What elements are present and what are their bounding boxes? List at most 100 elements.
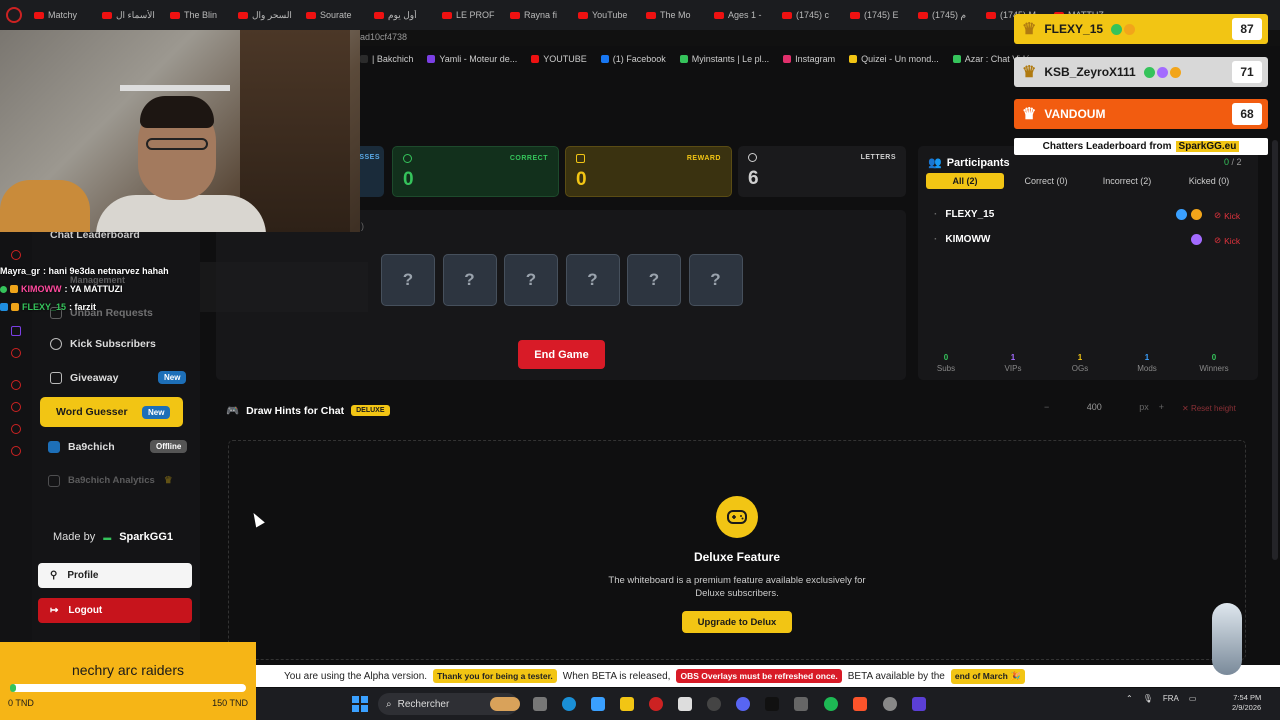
browser-tab[interactable]: LE PROF <box>442 10 504 21</box>
browser-tab[interactable]: Matchy <box>34 10 96 21</box>
browser-tab-label: Sourate <box>320 10 352 20</box>
rail-icon[interactable] <box>11 250 21 260</box>
leaderboard-score: 68 <box>1232 103 1262 125</box>
settings-icon[interactable] <box>11 446 21 456</box>
browser-tab-label: الأسماء ال <box>116 9 155 20</box>
app-icon[interactable] <box>794 697 808 711</box>
browser-tab[interactable]: Ages 1 - <box>714 10 776 21</box>
language-indicator[interactable]: FRA <box>1163 694 1179 703</box>
profile-button[interactable]: ⚲ Profile <box>38 563 192 588</box>
rail-icon[interactable] <box>11 424 21 434</box>
kick-button[interactable]: ⊘ Kick <box>1214 235 1240 246</box>
crown-icon: ♛ <box>1022 21 1037 38</box>
sidebar-item-word-guesser[interactable]: Word Guesser New <box>40 397 183 427</box>
widget-icon[interactable] <box>490 697 520 711</box>
browser-tab[interactable]: The Blin <box>170 10 232 21</box>
bookmark-icon <box>531 55 540 63</box>
calculator-icon[interactable] <box>912 697 926 711</box>
bullet-icon: · <box>934 209 938 220</box>
minus-button[interactable]: − <box>1044 402 1049 412</box>
chevron-up-icon[interactable]: ⌃ <box>1126 694 1133 703</box>
bookmark[interactable]: YOUTUBE <box>531 52 587 66</box>
obs-icon[interactable] <box>707 697 721 711</box>
browser-tab-label: YouTube <box>592 10 628 20</box>
logout-button[interactable]: ↦ Logout <box>38 598 192 623</box>
youtube-icon <box>986 11 996 19</box>
browser-tab[interactable]: Sourate <box>306 10 368 21</box>
history-icon[interactable] <box>11 402 21 412</box>
windows-start-icon[interactable] <box>352 696 368 712</box>
opera-icon[interactable] <box>649 697 663 711</box>
sidebar-item-giveaway[interactable]: Giveaway New <box>50 371 187 384</box>
spotify-icon[interactable] <box>824 697 838 711</box>
sidebar-item-ba9chich-analytics[interactable]: Ba9chich Analytics ♛ <box>48 474 173 487</box>
plus-button[interactable]: + <box>1159 402 1164 412</box>
browser-tab[interactable]: السحر وال <box>238 10 300 21</box>
bullet-icon: · <box>934 234 938 245</box>
goal-track <box>10 684 246 692</box>
youtube-icon <box>782 11 792 19</box>
letter-box: ? <box>565 254 620 306</box>
browser-tab[interactable]: The Mo <box>646 10 708 21</box>
profile-label: Profile <box>67 570 99 581</box>
browser-tab[interactable]: (1745) E <box>850 10 912 21</box>
opera-icon[interactable] <box>6 7 22 23</box>
sidebar-item-ba9chich[interactable]: Ba9chich Offline <box>48 440 188 453</box>
made-by-brand[interactable]: SparkGG1 <box>119 531 173 543</box>
store-icon[interactable] <box>678 697 692 711</box>
height-input[interactable]: 400 <box>1059 402 1129 412</box>
bookmark[interactable]: Instagram <box>783 52 835 66</box>
folder-icon[interactable] <box>620 697 634 711</box>
participant-stat: 0 Subs <box>926 353 966 373</box>
gift-icon <box>576 154 585 163</box>
height-controls: − 400 px + <box>1044 402 1164 412</box>
rail-icon[interactable] <box>11 380 21 390</box>
page-scrollbar[interactable] <box>1272 140 1278 560</box>
youtube-icon[interactable] <box>11 348 21 358</box>
bookmark[interactable]: (1) Facebook <box>600 52 666 66</box>
browser-tab[interactable]: أول يوم <box>374 10 436 21</box>
browser-tab[interactable]: (1745) c <box>782 10 844 21</box>
app-icon[interactable] <box>591 697 605 711</box>
reset-height-button[interactable]: ✕ Reset height <box>1182 404 1236 413</box>
participant-stat: 1 Mods <box>1127 353 1167 373</box>
upgrade-deluxe-button[interactable]: Upgrade to Delux <box>682 611 792 633</box>
brave-icon[interactable] <box>853 697 867 711</box>
network-icon[interactable]: ▭ <box>1189 694 1197 703</box>
taskbar-clock[interactable]: 7:54 PM 2/9/2026 <box>1232 693 1261 713</box>
bookmark-icon <box>849 55 858 63</box>
sidebar-item-label: Kick Subscribers <box>70 338 156 350</box>
bookmark[interactable]: Quizei - Un mond... <box>849 52 939 66</box>
tab-incorrect[interactable]: Incorrect (2) <box>1092 173 1162 189</box>
bookmark-label: Myinstants | Le pl... <box>691 54 770 64</box>
tab-all[interactable]: All (2) <box>926 173 1004 189</box>
task-view-icon[interactable] <box>533 697 547 711</box>
crown-icon: ♛ <box>164 475 173 486</box>
browser-tab[interactable]: الأسماء ال <box>102 10 164 21</box>
tab-correct[interactable]: Correct (0) <box>1014 173 1078 189</box>
bookmark[interactable]: | Bakchich <box>360 52 413 66</box>
browser-tab[interactable]: (1745) م <box>918 10 980 21</box>
mic-icon[interactable]: 🎙 <box>1143 694 1153 703</box>
discord-icon[interactable] <box>736 697 750 711</box>
badge-icon <box>1143 66 1155 78</box>
offline-badge: Offline <box>150 440 188 453</box>
settings-icon[interactable] <box>883 697 897 711</box>
twitch-icon[interactable] <box>11 326 21 336</box>
bookmark[interactable]: Myinstants | Le pl... <box>679 52 770 66</box>
bookmark[interactable]: Yamli - Moteur de... <box>427 52 517 66</box>
tab-kicked[interactable]: Kicked (0) <box>1176 173 1242 189</box>
gamepad-icon <box>716 496 758 538</box>
terminal-icon[interactable] <box>765 697 779 711</box>
end-game-button[interactable]: End Game <box>518 340 605 369</box>
chat-user: Mayra_gr <box>0 266 41 276</box>
shirt-image <box>96 195 266 232</box>
sidebar-item-kick-subscribers[interactable]: Kick Subscribers <box>50 338 156 350</box>
ban-icon: ⊘ <box>1214 235 1222 245</box>
reward-card: REWARD 0 <box>565 146 732 197</box>
browser-tab[interactable]: Rayna fi <box>510 10 572 21</box>
search-icon: ⌕ <box>386 698 392 710</box>
kick-button[interactable]: ⊘ Kick <box>1214 210 1240 221</box>
edge-icon[interactable] <box>562 697 576 711</box>
browser-tab[interactable]: YouTube <box>578 10 640 21</box>
